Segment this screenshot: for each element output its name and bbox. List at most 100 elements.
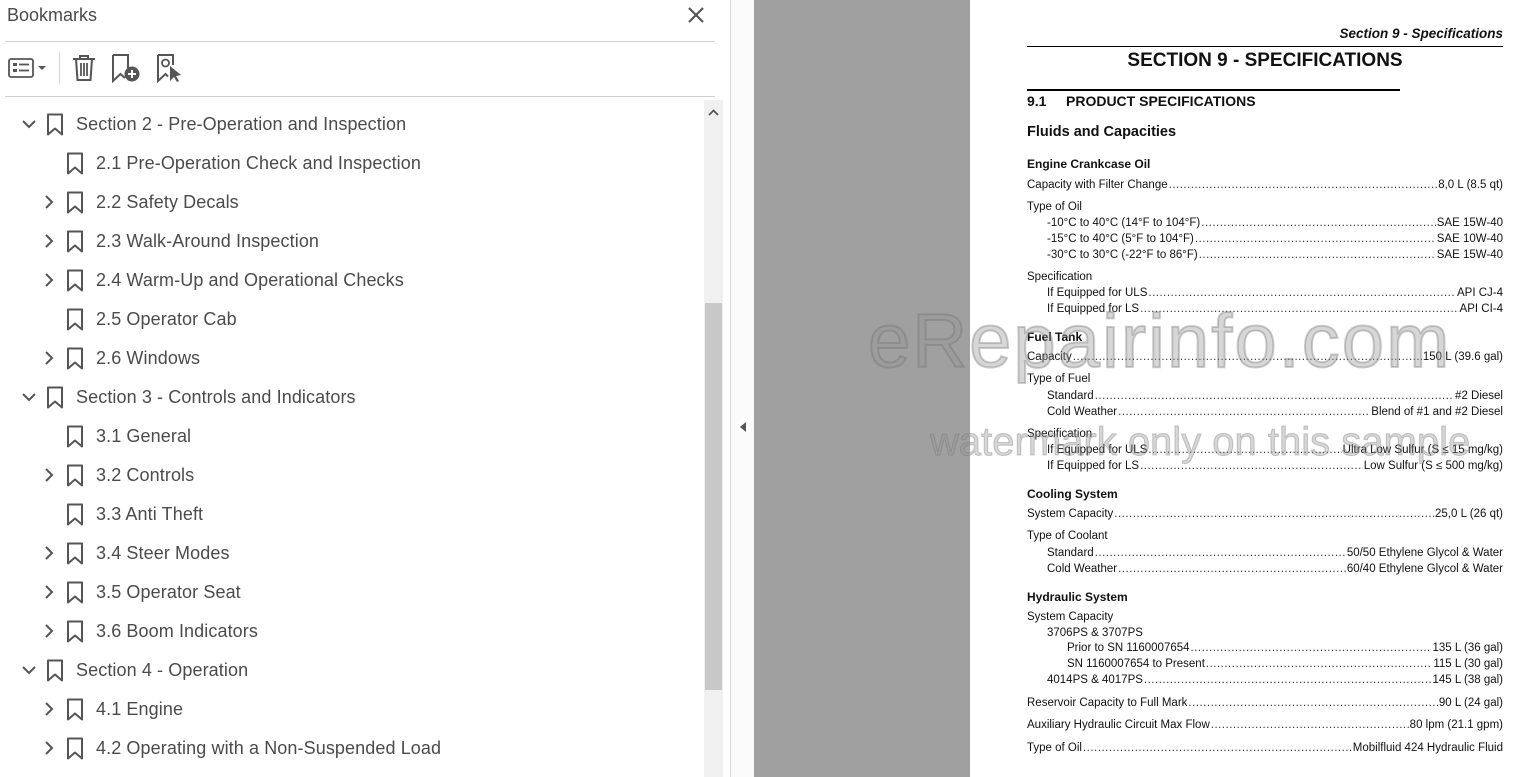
chevron-right-icon[interactable] <box>39 270 59 290</box>
spec-value: 135 L (36 gal) <box>1432 642 1503 654</box>
spec-row: -30°C to 30°C (-22°F to 86°F) SAE 15W-40 <box>1047 249 1503 265</box>
spec-label: Reservoir Capacity to Full Mark <box>1027 697 1188 709</box>
spec-row: 4014PS & 4017PS 145 L (38 gal) <box>1047 674 1503 690</box>
spec-subheading: System Capacity <box>1027 611 1114 623</box>
panel-splitter[interactable] <box>730 0 754 777</box>
pdf-page: Section 9 - Specifications SECTION 9 - S… <box>970 0 1522 777</box>
spec-value: API CI-4 <box>1459 303 1503 315</box>
bookmark-icon <box>67 152 83 175</box>
heading-cooling: Cooling System <box>1027 487 1118 501</box>
bookmarks-panel: Bookmarks Section 2 - Pre-Operation and … <box>0 0 730 777</box>
bookmark-item[interactable]: 3.2 Controls <box>0 456 703 495</box>
bookmark-item[interactable]: 2.2 Safety Decals <box>0 183 703 222</box>
bookmark-item[interactable]: 2.4 Warm-Up and Operational Checks <box>0 261 703 300</box>
spec-row: Prior to SN 1160007654 135 L (36 gal) <box>1067 642 1503 658</box>
heading-hydraulic: Hydraulic System <box>1027 590 1128 604</box>
bookmark-item[interactable]: Section 2 - Pre-Operation and Inspection <box>0 105 703 144</box>
spec-value: API CJ-4 <box>1456 287 1503 299</box>
scrollbar-thumb[interactable] <box>705 303 722 690</box>
document-background <box>754 0 970 777</box>
scroll-up-arrow-icon[interactable] <box>705 104 722 122</box>
spec-label: Prior to SN 1160007654 <box>1067 642 1190 654</box>
collapse-panel-icon[interactable] <box>736 418 750 436</box>
bookmark-label: 3.4 Steer Modes <box>96 543 230 563</box>
bookmark-icon <box>67 191 83 214</box>
delete-bookmark-icon[interactable] <box>70 53 98 83</box>
spec-value: 145 L (38 gal) <box>1432 674 1503 686</box>
bookmark-label: 3.5 Operator Seat <box>96 582 241 602</box>
bookmark-label: 2.4 Warm-Up and Operational Checks <box>96 270 404 290</box>
chevron-down-icon[interactable] <box>19 660 39 680</box>
toolbar-separator <box>59 52 60 84</box>
bookmark-label: 4.2 Operating with a Non-Suspended Load <box>96 738 442 758</box>
bookmark-icon <box>67 503 83 526</box>
bookmark-label: 2.2 Safety Decals <box>96 192 239 212</box>
spec-label: Capacity with Filter Change <box>1027 179 1168 191</box>
bookmark-item[interactable]: 2.5 Operator Cab <box>0 300 703 339</box>
spec-row: System Capacity 25,0 L (26 qt) <box>1027 508 1503 524</box>
bookmark-icon <box>47 386 63 409</box>
spec-subheading: Type of Coolant <box>1027 530 1108 542</box>
leader-dots <box>1206 658 1432 670</box>
bookmark-tree: Section 2 - Pre-Operation and Inspection… <box>0 105 703 777</box>
spec-label: -15°C to 40°C (5°F to 104°F) <box>1047 233 1194 245</box>
chevron-right-icon[interactable] <box>39 465 59 485</box>
chevron-right-icon[interactable] <box>39 582 59 602</box>
spec-row: SN 1160007654 to Present 115 L (30 gal) <box>1067 658 1503 674</box>
leader-dots <box>1188 697 1437 709</box>
bookmark-label: 2.6 Windows <box>96 348 201 368</box>
spec-value: Mobilfluid 424 Hydraulic Fluid <box>1352 742 1503 754</box>
chevron-down-icon[interactable] <box>19 114 39 134</box>
chevron-right-icon[interactable] <box>39 621 59 641</box>
spec-row: Cold Weather 60/40 Ethylene Glycol & Wate… <box>1047 563 1503 579</box>
bookmark-item[interactable]: Section 3 - Controls and Indicators <box>0 378 703 417</box>
spec-value: 25,0 L (26 qt) <box>1435 508 1503 520</box>
spec-label: Cold Weather <box>1047 563 1118 575</box>
bookmark-label: 3.1 General <box>96 426 192 446</box>
bookmark-item[interactable]: 4.1 Engine <box>0 690 703 729</box>
chevron-down-icon[interactable] <box>19 387 39 407</box>
spec-value: 90 L (24 gal) <box>1438 697 1503 709</box>
bookmark-icon <box>67 230 83 253</box>
bookmark-icon <box>67 698 83 721</box>
chevron-right-icon[interactable] <box>39 543 59 563</box>
bookmark-label: 3.6 Boom Indicators <box>96 621 258 641</box>
new-bookmark-icon[interactable] <box>110 53 142 83</box>
bookmark-item[interactable]: Section 4 - Operation <box>0 651 703 690</box>
spec-row: Standard 50/50 Ethylene Glycol & Water <box>1047 547 1503 563</box>
chevron-right-icon[interactable] <box>39 231 59 251</box>
chevron-right-icon[interactable] <box>39 348 59 368</box>
bookmark-icon <box>47 113 63 136</box>
spec-row: Reservoir Capacity to Full Mark 90 L (24 … <box>1027 697 1503 713</box>
bookmark-item[interactable]: 3.5 Operator Seat <box>0 573 703 612</box>
spec-label: Auxiliary Hydraulic Circuit Max Flow <box>1027 719 1210 731</box>
chevron-right-icon[interactable] <box>39 192 59 212</box>
chevron-right-icon[interactable] <box>39 699 59 719</box>
find-current-bookmark-icon[interactable] <box>155 53 185 83</box>
leader-dots <box>1191 642 1432 654</box>
subtitle: Fluids and Capacities <box>1027 124 1177 140</box>
bookmark-item[interactable]: 4.2 Operating with a Non-Suspended Load <box>0 729 703 768</box>
spec-value: #2 Diesel <box>1455 390 1503 402</box>
bookmark-icon <box>67 737 83 760</box>
watermark-sub: watermark only on this sample <box>929 420 1471 465</box>
bookmark-item[interactable]: 3.6 Boom Indicators <box>0 612 703 651</box>
spec-row: Auxiliary Hydraulic Circuit Max Flow 80 l… <box>1027 719 1503 735</box>
leader-dots <box>1118 563 1346 575</box>
spec-label: Standard <box>1047 547 1094 559</box>
bookmark-item[interactable]: 2.1 Pre-Operation Check and Inspection <box>0 144 703 183</box>
bookmark-item[interactable]: 3.4 Steer Modes <box>0 534 703 573</box>
close-icon[interactable] <box>684 3 708 27</box>
bookmark-item[interactable]: 2.3 Walk-Around Inspection <box>0 222 703 261</box>
spec-label: -30°C to 30°C (-22°F to 86°F) <box>1047 249 1198 261</box>
spec-value: 50/50 Ethylene Glycol & Water <box>1346 547 1503 559</box>
leader-dots <box>1211 719 1409 731</box>
spec-label: System Capacity <box>1027 508 1114 520</box>
bookmark-item[interactable]: 2.6 Windows <box>0 339 703 378</box>
chevron-right-icon[interactable] <box>39 738 59 758</box>
bookmark-label: 2.1 Pre-Operation Check and Inspection <box>96 153 421 173</box>
bookmark-options-icon[interactable] <box>7 53 49 83</box>
bookmark-item[interactable]: 3.3 Anti Theft <box>0 495 703 534</box>
bookmark-item[interactable]: 3.1 General <box>0 417 703 456</box>
leader-dots <box>1114 508 1434 520</box>
